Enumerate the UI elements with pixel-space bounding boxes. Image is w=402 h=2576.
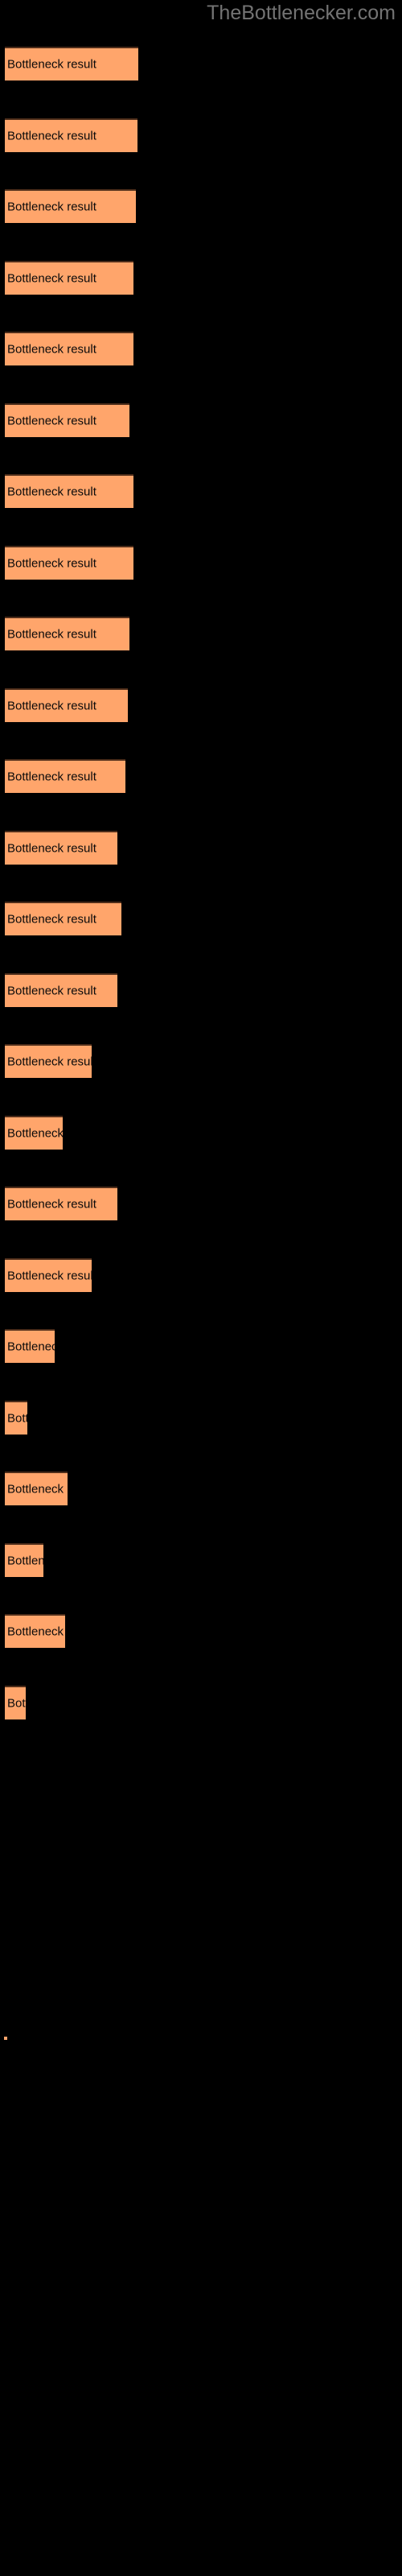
bar-label: Bottleneck result: [7, 1340, 55, 1354]
bar-6[interactable]: Bottleneck result: [5, 403, 129, 437]
bar-row: Bottleneck result: [0, 474, 402, 508]
bar-label: Bottleneck result: [7, 57, 96, 72]
bar-label: Bottleneck result: [7, 770, 96, 784]
bar-label: Bottleneck result: [7, 1126, 63, 1141]
bar-label: Bottleneck result: [7, 1624, 65, 1639]
bar-10[interactable]: Bottleneck result: [5, 688, 128, 722]
bar-label: Bottleneck result: [7, 1482, 68, 1496]
bar-14[interactable]: Bottleneck result: [5, 973, 117, 1007]
bar-row: Bottleneck result: [0, 973, 402, 1007]
bar-23[interactable]: Bottleneck result: [5, 1614, 65, 1648]
bar-label: Bottleneck result: [7, 200, 96, 214]
bar-row: Bottleneck result: [0, 1686, 402, 1719]
bar-row: Bottleneck result: [0, 1044, 402, 1078]
bar-row: Bottleneck result: [0, 47, 402, 80]
bar-row: Bottleneck result: [0, 1116, 402, 1150]
bar-row: Bottleneck result: [0, 831, 402, 865]
bar-row: Bottleneck result: [0, 617, 402, 650]
bar-8[interactable]: Bottleneck result: [5, 546, 133, 580]
bar-label: Bottleneck result: [7, 1554, 43, 1568]
bar-11[interactable]: Bottleneck result: [5, 759, 125, 793]
bar-row: Bottleneck result: [0, 332, 402, 365]
bar-12[interactable]: Bottleneck result: [5, 831, 117, 865]
bar-row: Bottleneck result: [0, 1614, 402, 1648]
bar-row: Bottleneck result: [0, 403, 402, 437]
legend-swatch-icon: [4, 2037, 7, 2040]
bar-row: Bottleneck result: [0, 688, 402, 722]
bar-label: Bottleneck result: [7, 1411, 27, 1426]
bar-label: Bottleneck result: [7, 984, 96, 998]
bar-17[interactable]: Bottleneck result: [5, 1187, 117, 1220]
bar-row: Bottleneck result: [0, 546, 402, 580]
bar-3[interactable]: Bottleneck result: [5, 189, 136, 223]
bar-1[interactable]: Bottleneck result: [5, 47, 138, 80]
bar-label: Bottleneck result: [7, 841, 96, 856]
bar-13[interactable]: Bottleneck result: [5, 902, 121, 935]
bar-row: Bottleneck result: [0, 118, 402, 152]
bar-9[interactable]: Bottleneck result: [5, 617, 129, 650]
bar-label: Bottleneck result: [7, 1269, 92, 1283]
bar-row: Bottleneck result: [0, 1401, 402, 1435]
bar-label: Bottleneck result: [7, 912, 96, 927]
bar-row: Bottleneck result: [0, 1543, 402, 1577]
bar-5[interactable]: Bottleneck result: [5, 332, 133, 365]
bar-label: Bottleneck result: [7, 699, 96, 713]
bar-19[interactable]: Bottleneck result: [5, 1329, 55, 1363]
bar-24[interactable]: Bottleneck result: [5, 1686, 26, 1719]
bar-label: Bottleneck result: [7, 129, 96, 143]
bar-15[interactable]: Bottleneck result: [5, 1044, 92, 1078]
page-root: TheBottlenecker.com Bottleneck result Bot…: [0, 0, 402, 2576]
bar-row: Bottleneck result: [0, 1329, 402, 1363]
bar-row: Bottleneck result: [0, 261, 402, 295]
bar-row: Bottleneck result: [0, 1187, 402, 1220]
bar-20[interactable]: Bottleneck result: [5, 1401, 27, 1435]
bar-18[interactable]: Bottleneck result: [5, 1258, 92, 1292]
bar-4[interactable]: Bottleneck result: [5, 261, 133, 295]
bar-label: Bottleneck result: [7, 485, 96, 499]
bar-label: Bottleneck result: [7, 627, 96, 642]
bar-label: Bottleneck result: [7, 1197, 96, 1212]
bar-16[interactable]: Bottleneck result: [5, 1116, 63, 1150]
bar-label: Bottleneck result: [7, 342, 96, 357]
bar-label: Bottleneck result: [7, 556, 96, 571]
bar-label: Bottleneck result: [7, 271, 96, 286]
bar-row: Bottleneck result: [0, 902, 402, 935]
bar-label: Bottleneck result: [7, 1055, 92, 1069]
bar-chart-plot-area: Bottleneck result Bottleneck result Bottle…: [0, 0, 402, 1771]
bar-21[interactable]: Bottleneck result: [5, 1472, 68, 1505]
bar-row: Bottleneck result: [0, 1472, 402, 1505]
bar-7[interactable]: Bottleneck result: [5, 474, 133, 508]
bar-label: Bottleneck result: [7, 414, 96, 428]
bar-22[interactable]: Bottleneck result: [5, 1543, 43, 1577]
bar-row: Bottleneck result: [0, 759, 402, 793]
bar-row: Bottleneck result: [0, 1258, 402, 1292]
bar-label: Bottleneck result: [7, 1696, 26, 1711]
bar-row: Bottleneck result: [0, 189, 402, 223]
bar-2[interactable]: Bottleneck result: [5, 118, 137, 152]
